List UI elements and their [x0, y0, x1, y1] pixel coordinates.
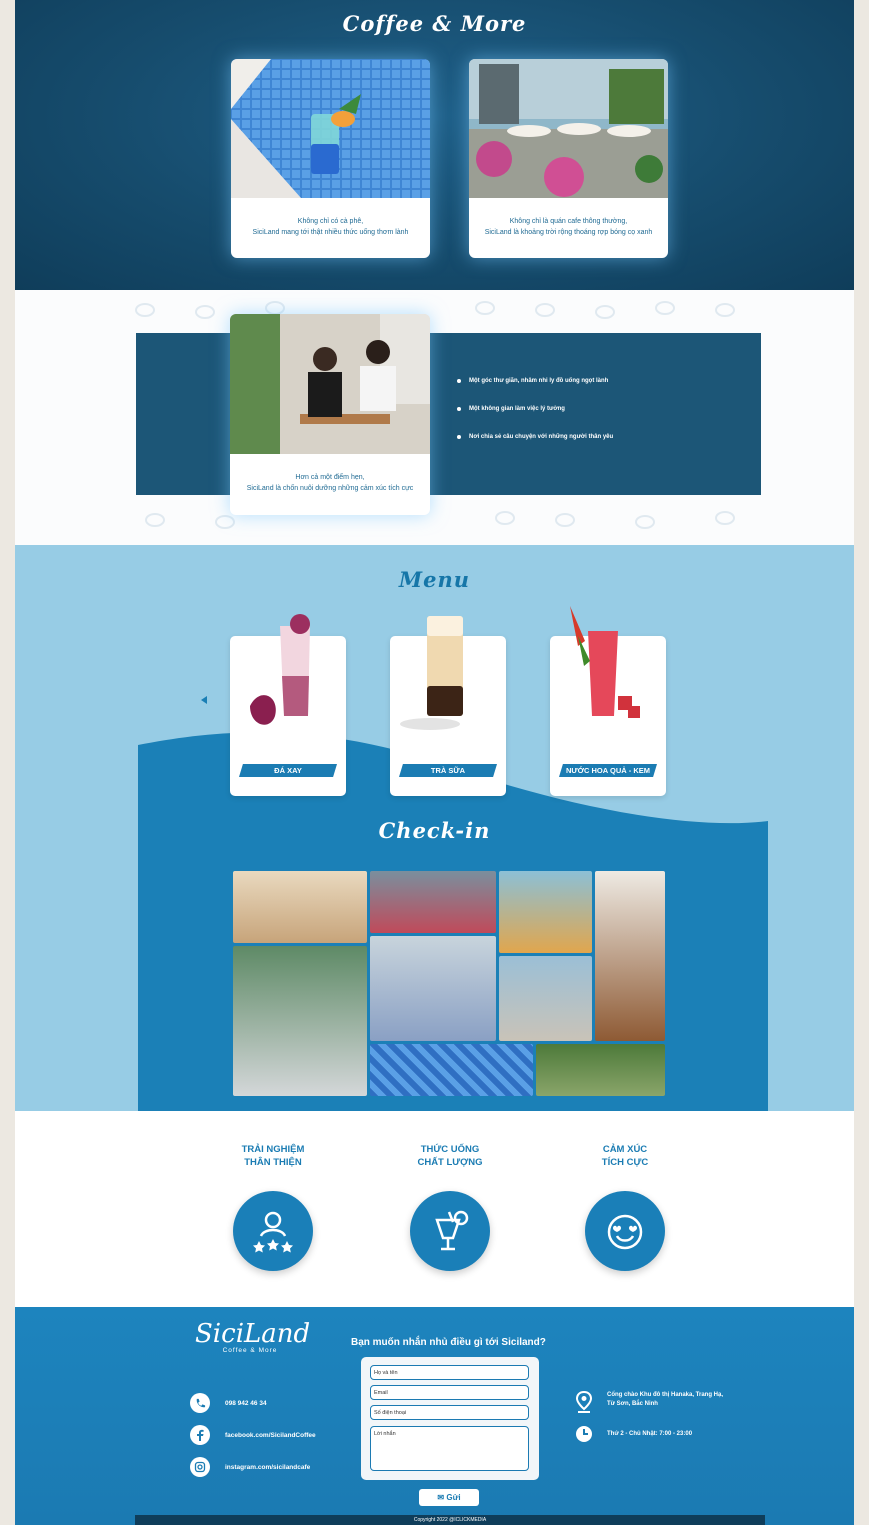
- page: Coffee & More Không chỉ có cà phê, SiciL…: [15, 0, 854, 1525]
- feature-friendly: TRẢI NGHIỆM THÂN THIỆN: [203, 1143, 343, 1271]
- clock-icon: [576, 1426, 592, 1442]
- menu-label: NƯỚC HOA QUẢ - KEM: [559, 764, 657, 777]
- list-item: Một không gian làm việc lý tưởng: [455, 404, 613, 432]
- caption-line: SiciLand mang tới thật nhiều thức uống t…: [252, 229, 409, 236]
- feature-quality: THỨC UỐNG CHẤT LƯỢNG: [380, 1143, 520, 1271]
- contact-form-title: Bạn muốn nhắn nhủ điều gì tới Siciland?: [351, 1337, 546, 1348]
- feature-title-line: TRẢI NGHIỆM: [241, 1144, 305, 1155]
- instagram-link[interactable]: instagram.com/sicilandcafe: [225, 1464, 310, 1471]
- feature-title: TRẢI NGHIỆM THÂN THIỆN: [203, 1143, 343, 1169]
- menu-title: Menu: [398, 567, 471, 592]
- caption-line: SiciLand là khoảng trời rộng thoáng rợp …: [484, 229, 653, 236]
- features-section: TRẢI NGHIỆM THÂN THIỆN THỨC UỐNG CHẤT LƯ…: [15, 1111, 854, 1307]
- list-item: Một góc thư giãn, nhâm nhi ly đồ uống ng…: [455, 376, 613, 404]
- gallery-image[interactable]: [499, 956, 592, 1041]
- caption-line: Hơn cả một điểm hẹn,: [295, 474, 365, 481]
- section-title: Coffee & More: [342, 11, 527, 36]
- caption-line: SiciLand là chốn nuôi dưỡng những cảm xú…: [246, 485, 414, 492]
- siciland-logo: SiciLand Coffee & More: [195, 1319, 311, 1354]
- milk-tea-icon: [400, 616, 463, 730]
- email-field[interactable]: Email: [370, 1385, 529, 1400]
- coffee-bean-pattern: [145, 511, 735, 529]
- instagram-icon: [190, 1457, 210, 1477]
- list-item: Nơi chia sẻ câu chuyện với những người t…: [455, 432, 613, 460]
- menu-card-smoothie[interactable]: ĐÁ XAY: [230, 614, 346, 796]
- menu-card-milk-tea[interactable]: TRÀ SỮA: [390, 616, 506, 796]
- facebook-icon: [190, 1425, 210, 1445]
- opening-hours: Thứ 2 - Chủ Nhật: 7:00 - 23:00: [607, 1431, 693, 1437]
- contact-form: Họ và tên Email Số điện thoại Lời nhắn: [361, 1357, 539, 1480]
- gallery-image[interactable]: [233, 946, 367, 1096]
- phone-contact[interactable]: 098 942 46 34: [190, 1393, 267, 1413]
- feature-title: THỨC UỐNG CHẤT LƯỢNG: [380, 1143, 520, 1169]
- feature-title-line: CHẤT LƯỢNG: [417, 1157, 483, 1168]
- feature-title-line: THỨC UỐNG: [420, 1144, 480, 1155]
- benefit-list: Một góc thư giãn, nhâm nhi ly đồ uống ng…: [455, 376, 613, 460]
- address-line: Cổng chào Khu đô thị Hanaka, Trang Hạ,: [607, 1392, 724, 1398]
- caption-line: Không chỉ có cà phê,: [297, 218, 364, 225]
- garden-cafe-photo: [469, 59, 668, 198]
- send-button[interactable]: ✉ Gửi: [419, 1489, 479, 1506]
- address-info: Cổng chào Khu đô thị Hanaka, Trang Hạ, T…: [575, 1391, 723, 1413]
- address-line: Từ Sơn, Bắc Ninh: [607, 1401, 658, 1407]
- feature-positive: CẢM XÚC TÍCH CỰC: [555, 1143, 695, 1271]
- feature-title-line: THÂN THIỆN: [244, 1157, 302, 1168]
- smile-hearts-icon: [585, 1191, 665, 1271]
- facebook-link[interactable]: facebook.com/SicilandCoffee: [225, 1432, 316, 1439]
- drink-icon: [410, 1191, 490, 1271]
- feature-card-space: Không chỉ là quán cafe thông thường, Sic…: [469, 59, 668, 258]
- address-text: Cổng chào Khu đô thị Hanaka, Trang Hạ, T…: [607, 1391, 723, 1409]
- gallery-image[interactable]: [499, 871, 592, 953]
- smoothie-icon: [250, 614, 310, 725]
- fruit-juice-icon: [570, 606, 640, 718]
- hours-info: Thứ 2 - Chủ Nhật: 7:00 - 23:00: [575, 1425, 692, 1443]
- gallery-image[interactable]: [370, 936, 496, 1041]
- menu-label: ĐÁ XAY: [239, 764, 337, 777]
- feature-title: CẢM XÚC TÍCH CỰC: [555, 1143, 695, 1169]
- name-field[interactable]: Họ và tên: [370, 1365, 529, 1380]
- card-caption: Không chỉ là quán cafe thông thường, Sic…: [469, 216, 668, 238]
- coffee-more-section: Coffee & More Không chỉ có cà phê, SiciL…: [15, 0, 854, 290]
- phone-icon: [190, 1393, 210, 1413]
- menu-label: TRÀ SỮA: [399, 764, 497, 777]
- drink-pool-photo: [231, 59, 430, 198]
- instagram-contact[interactable]: instagram.com/sicilandcafe: [190, 1457, 310, 1477]
- message-field[interactable]: Lời nhắn: [370, 1426, 529, 1471]
- logo-text: SiciLand: [195, 1319, 311, 1349]
- gallery-image[interactable]: [370, 1044, 533, 1096]
- menu-card-fruit-juice[interactable]: NƯỚC HOA QUẢ - KEM: [550, 606, 666, 796]
- gallery-image[interactable]: [595, 871, 665, 1041]
- mail-icon: ✉: [437, 1493, 447, 1502]
- caption-line: Không chỉ là quán cafe thông thường,: [509, 218, 628, 225]
- gallery-image[interactable]: [233, 871, 367, 943]
- feature-title-line: CẢM XÚC: [602, 1144, 648, 1155]
- location-pin-icon: [575, 1391, 593, 1413]
- checkin-gallery: [233, 871, 665, 1096]
- footer: SiciLand Coffee & More 098 942 46 34 fac…: [15, 1307, 854, 1525]
- gallery-image[interactable]: [536, 1044, 665, 1096]
- menu-checkin-section: Menu ĐÁ XAY TRÀ SỮA NƯỚC HOA QUẢ - KEM C…: [15, 545, 854, 1111]
- couple-cafe-photo: [230, 314, 430, 454]
- copyright-bar: Copyright 2022 @ICLICKMEDIA: [135, 1515, 765, 1525]
- checkin-title: Check-in: [378, 818, 491, 843]
- coffee-bean-pattern: [135, 301, 735, 319]
- feature-card-meeting: Hơn cả một điểm hẹn, SiciLand là chốn nu…: [230, 314, 430, 515]
- card-caption: Không chỉ có cà phê, SiciLand mang tới t…: [231, 216, 430, 238]
- meeting-section: Hơn cả một điểm hẹn, SiciLand là chốn nu…: [15, 290, 854, 545]
- card-caption: Hơn cả một điểm hẹn, SiciLand là chốn nu…: [230, 472, 430, 494]
- carousel-prev-icon[interactable]: [201, 696, 207, 704]
- feature-card-drinks: Không chỉ có cà phê, SiciLand mang tới t…: [231, 59, 430, 258]
- user-stars-icon: [233, 1191, 313, 1271]
- send-label: Gửi: [446, 1493, 461, 1502]
- gallery-image[interactable]: [370, 871, 496, 933]
- phone-number: 098 942 46 34: [225, 1399, 267, 1407]
- phone-field[interactable]: Số điện thoại: [370, 1405, 529, 1420]
- facebook-contact[interactable]: facebook.com/SicilandCoffee: [190, 1425, 316, 1445]
- feature-title-line: TÍCH CỰC: [601, 1157, 649, 1168]
